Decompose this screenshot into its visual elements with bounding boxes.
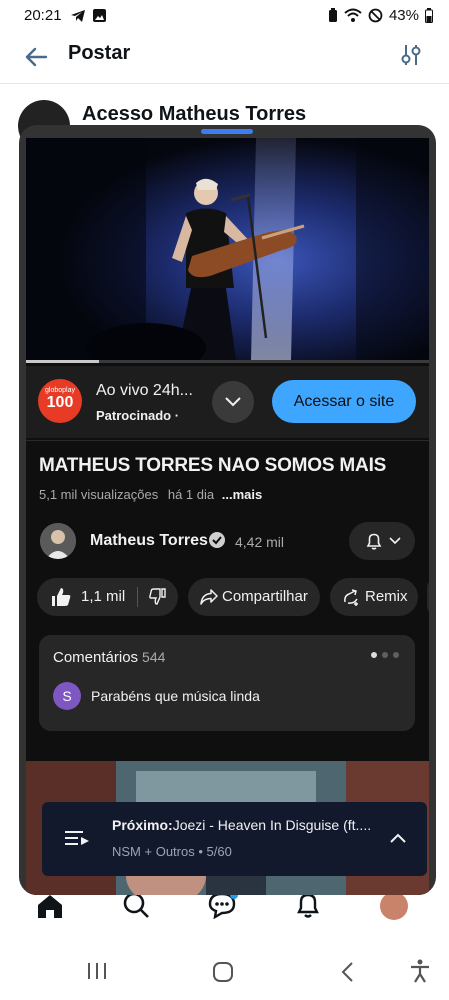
remix-button[interactable]: Remix: [330, 578, 418, 616]
video-meta[interactable]: 5,1 mil visualizações há 1 dia ...mais: [39, 487, 262, 502]
channel-avatar[interactable]: [40, 523, 76, 559]
messages-icon[interactable]: [207, 891, 239, 919]
profile-avatar[interactable]: [380, 892, 408, 920]
recent-apps-icon[interactable]: [86, 962, 108, 980]
ad-logo-text: globoplay: [45, 387, 75, 394]
video-age: há 1 dia: [167, 487, 215, 502]
remix-label: Remix: [365, 588, 408, 605]
chevron-up-icon[interactable]: [390, 833, 406, 843]
channel-subscriber-count: 4,42 mil: [235, 534, 285, 550]
like-dislike-pill: 1,1 mil: [37, 578, 178, 616]
up-next-title: Joezi - Heaven In Disguise (ft....: [172, 817, 372, 833]
ad-sponsored-label: Patrocinado ·: [96, 408, 180, 423]
wifi-icon: [344, 8, 362, 22]
back-arrow-icon[interactable]: [24, 46, 48, 68]
comments-count: 544: [142, 649, 166, 665]
playlist-icon: [65, 831, 89, 845]
notifications-icon[interactable]: [295, 891, 321, 919]
subscribe-notifications-button[interactable]: [349, 522, 415, 560]
bell-icon: [366, 533, 382, 550]
youtube-player-panel: globoplay 100 Ao vivo 24h... Patrocinado…: [26, 138, 429, 895]
share-icon: [200, 589, 218, 605]
remix-icon: [344, 589, 358, 606]
comments-pager-dots: [371, 652, 399, 658]
verified-badge-icon: [209, 532, 225, 548]
video-frame-image: [26, 138, 429, 360]
do-not-disturb-icon: [368, 8, 383, 23]
status-right-icons: 43%: [328, 7, 433, 24]
share-button[interactable]: Compartilhar: [188, 578, 320, 616]
thumbs-down-icon: [149, 588, 166, 605]
share-label: Compartilhar: [222, 588, 308, 605]
home-icon[interactable]: [36, 893, 64, 919]
up-next-prefix: Próximo:: [112, 817, 173, 833]
ad-banner[interactable]: globoplay 100 Ao vivo 24h... Patrocinado…: [26, 366, 429, 438]
chevron-down-icon: [389, 537, 401, 545]
page-title: Postar: [68, 42, 131, 64]
video-more-link[interactable]: ...mais: [222, 487, 262, 502]
ad-logo-number: 100: [46, 394, 74, 411]
channel-avatar-image: [40, 523, 76, 559]
home-button-icon[interactable]: [212, 961, 234, 983]
accessibility-icon[interactable]: [409, 959, 431, 983]
status-left-icons: [70, 8, 107, 24]
youtube-sheet: globoplay 100 Ao vivo 24h... Patrocinado…: [19, 125, 436, 895]
system-navigation: [0, 940, 449, 1000]
comment-text: Parabéns que música linda: [91, 688, 260, 704]
channel-name[interactable]: Matheus Torres: [90, 532, 208, 550]
thumbs-up-icon: [52, 588, 71, 606]
comment-avatar: S: [53, 682, 81, 710]
ad-cta-button[interactable]: Acessar o site: [272, 380, 416, 423]
comments-title: Comentários: [53, 649, 139, 666]
status-bar: 20:21 43%: [0, 0, 449, 32]
post-author-name: Acesso Matheus Torres: [82, 103, 307, 125]
dislike-button[interactable]: [138, 578, 178, 616]
up-next-bar[interactable]: Próximo:Joezi - Heaven In Disguise (ft..…: [42, 802, 427, 876]
tune-icon[interactable]: [400, 43, 422, 67]
divider: [26, 440, 429, 441]
app-bar: Postar: [0, 32, 449, 84]
ad-title: Ao vivo 24h...: [96, 382, 193, 399]
ad-expand-button[interactable]: [212, 381, 254, 423]
up-next-label: Próximo:Joezi - Heaven In Disguise (ft..…: [112, 817, 371, 833]
chevron-down-icon: [225, 397, 241, 407]
battery-icon: [425, 8, 433, 23]
battery-saver-icon: [328, 8, 337, 22]
search-icon[interactable]: [122, 891, 150, 919]
up-next-subtitle: NSM + Outros • 5/60: [112, 844, 232, 859]
video-player[interactable]: [26, 138, 429, 360]
video-progress-fill: [26, 360, 99, 363]
video-progress-bar[interactable]: [26, 360, 429, 363]
comments-panel[interactable]: Comentários 544 S Parabéns que música lin…: [39, 635, 415, 731]
status-time: 20:21: [24, 7, 62, 24]
ad-logo: globoplay 100: [38, 379, 82, 423]
gallery-icon: [93, 9, 106, 22]
comments-header: Comentários 544: [53, 649, 165, 666]
more-actions-button[interactable]: [427, 578, 429, 616]
like-count: 1,1 mil: [81, 588, 126, 605]
sheet-drag-handle[interactable]: [201, 129, 253, 134]
telegram-icon: [71, 10, 85, 22]
back-button-icon[interactable]: [340, 961, 354, 983]
video-title[interactable]: MATHEUS TORRES NAO SOMOS MAIS: [39, 455, 386, 477]
video-views: 5,1 mil visualizações: [39, 487, 159, 502]
battery-percent: 43%: [388, 7, 419, 24]
like-button[interactable]: 1,1 mil: [37, 578, 137, 616]
